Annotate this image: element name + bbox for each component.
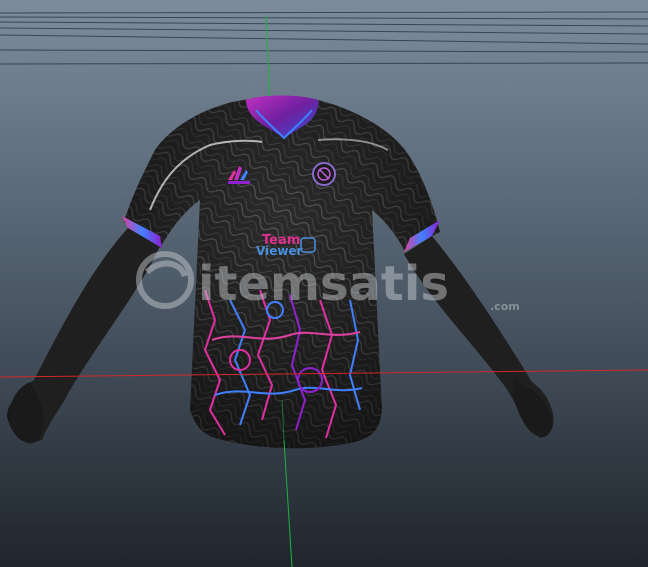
watermark-text: itemsatis <box>198 256 449 312</box>
axis-y-line <box>265 14 271 101</box>
itemsatis-logo-icon <box>136 251 194 309</box>
viewport-grid <box>0 11 648 65</box>
watermark-suffix: .com <box>490 300 520 313</box>
viewport-canvas[interactable]: Team Viewer itemsatis .com <box>0 0 648 567</box>
3d-viewport[interactable]: Team Viewer itemsatis .com <box>0 0 648 567</box>
club-crest-icon <box>312 162 336 186</box>
axis-y-line-lower <box>283 439 293 567</box>
